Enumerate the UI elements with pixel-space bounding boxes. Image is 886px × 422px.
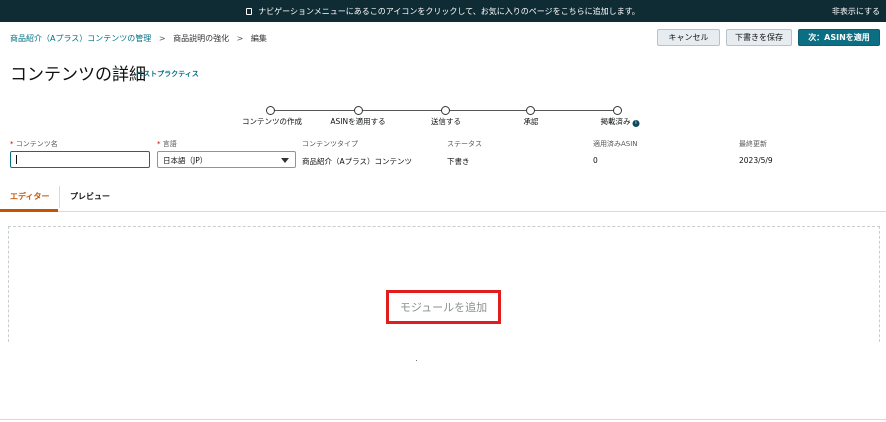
top-banner: ナビゲーションメニューにあるこのアイコンをクリックして、お気に入りのページをこち… (0, 0, 886, 22)
last-updated-label: 最終更新 (739, 140, 767, 148)
step-label-approve: 承認 (523, 117, 539, 126)
content-name-input[interactable] (10, 151, 150, 168)
add-module-button[interactable]: モジュールを追加 (386, 290, 501, 324)
dropdown-arrow-icon (281, 158, 289, 163)
status-label: ステータス (447, 140, 482, 148)
editor-tabs: エディター プレビュー (0, 182, 886, 212)
bottom-divider (0, 419, 886, 420)
tab-preview[interactable]: プレビュー (70, 191, 110, 202)
info-icon[interactable]: i (632, 120, 640, 127)
progress-stepper: コンテンツの作成 ASINを適用する 送信する 承認 掲載済み i (242, 105, 640, 135)
applied-asin-value: 0 (593, 156, 598, 165)
language-select[interactable]: 日本語（JP） (157, 151, 296, 168)
step-label-create: コンテンツの作成 (242, 117, 302, 126)
next-apply-asin-button[interactable]: 次：ASINを適用 (798, 29, 880, 46)
step-node-submit (441, 106, 450, 115)
breadcrumb-item-edit: 編集 (250, 34, 267, 43)
breadcrumb-separator: > (236, 34, 244, 43)
last-updated-value: 2023/5/9 (739, 156, 773, 165)
step-node-published (613, 106, 622, 115)
content-type-label: コンテンツタイプ (302, 140, 358, 148)
step-label-apply-asin: ASINを適用する (330, 117, 386, 126)
applied-asin-label: 適用済みASIN (593, 140, 638, 148)
tab-divider (59, 186, 60, 208)
breadcrumb-item-enhanced-description[interactable]: 商品説明の強化 (173, 34, 229, 43)
tab-editor[interactable]: エディター (10, 191, 49, 202)
step-label-published: 掲載済み i (601, 116, 640, 127)
step-node-apply-asin (354, 106, 363, 115)
breadcrumb-separator: > (158, 34, 166, 43)
step-node-approve (526, 106, 535, 115)
page-title: コンテンツの詳細 (10, 65, 146, 85)
breadcrumb: 商品紹介（Aプラス）コンテンツの管理 > 商品説明の強化 > 編集 (10, 33, 267, 44)
step-label-submit: 送信する (431, 117, 461, 126)
status-value: 下書き (447, 157, 470, 166)
cancel-button[interactable]: キャンセル (657, 29, 720, 46)
step-node-create (266, 106, 275, 115)
save-draft-button[interactable]: 下書きを保存 (726, 29, 792, 46)
banner-message: ナビゲーションメニューにあるこのアイコンをクリックして、お気に入りのページをこち… (0, 6, 886, 17)
language-select-value: 日本語（JP） (163, 156, 208, 165)
language-label: * 言語 (157, 140, 177, 148)
bookmark-icon (246, 8, 253, 15)
best-practices-link[interactable]: ベストプラクティス (136, 69, 199, 79)
content-type-value: 商品紹介（Aプラス）コンテンツ (302, 157, 412, 166)
hide-banner-link[interactable]: 非表示にする (832, 6, 880, 17)
content-name-label: * コンテンツ名 (10, 140, 58, 148)
editor-canvas (8, 226, 880, 342)
breadcrumb-item-manage-aplus[interactable]: 商品紹介（Aプラス）コンテンツの管理 (10, 34, 151, 43)
canvas-dot (416, 360, 417, 361)
active-tab-indicator (0, 209, 58, 212)
text-caret (16, 155, 17, 164)
